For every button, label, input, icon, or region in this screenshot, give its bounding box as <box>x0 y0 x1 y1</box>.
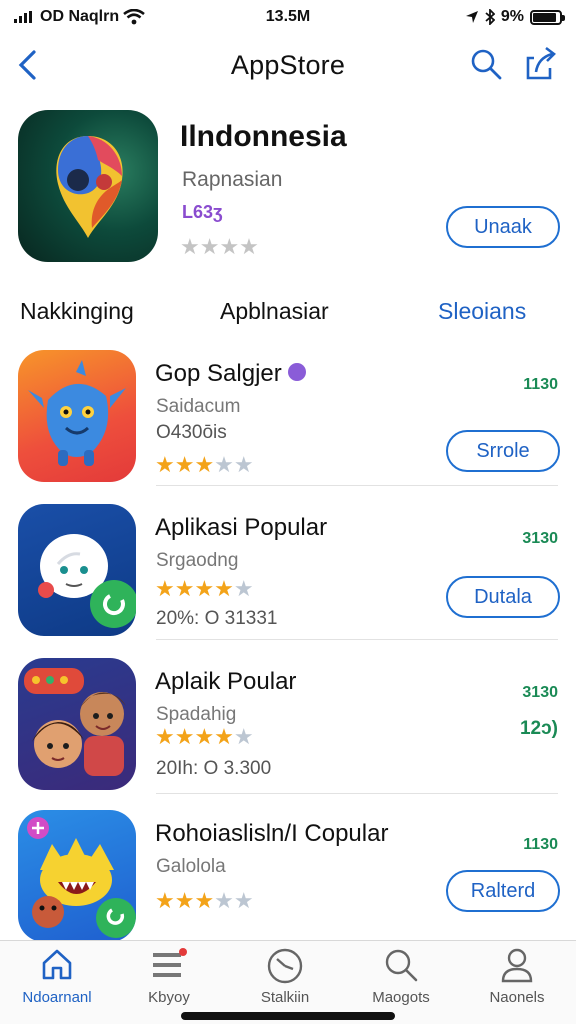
tab-selections[interactable]: Sleoians <box>438 298 526 325</box>
tabbar-item-profile[interactable]: Naonels <box>462 947 572 1006</box>
app-action-button[interactable]: Srrole <box>446 430 560 472</box>
app-rank: 1130 <box>523 376 558 393</box>
app-name: Aplaik Poular <box>155 668 297 695</box>
app-rating-stars: ★★★★★ <box>155 724 254 749</box>
nav-bar: AppStore <box>0 40 576 90</box>
share-icon[interactable] <box>522 44 558 82</box>
featured-app-button[interactable]: Unaak <box>446 206 560 248</box>
segment-tabs: Nakkinging Apblnasiar Sleoians <box>0 298 576 332</box>
home-indicator <box>181 1012 395 1020</box>
app-icon <box>18 350 136 482</box>
app-rating-stars: ★★★★★ <box>155 888 254 913</box>
tabbar-item-search[interactable]: Maogots <box>346 947 456 1006</box>
list-item[interactable]: Aplikasi Popular Srgaodng ★★★★★ 20%: O 3… <box>0 500 576 640</box>
tab-ranking[interactable]: Nakkinging <box>20 298 134 325</box>
battery-percent: 9% <box>500 8 524 25</box>
search-icon <box>385 949 418 982</box>
battery-fill <box>533 12 557 22</box>
app-meta: 20%: O 31331 <box>156 608 278 629</box>
app-rank: 3130 <box>522 530 558 547</box>
divider <box>156 639 558 640</box>
app-rank: 3130 <box>522 684 558 701</box>
search-icon[interactable] <box>468 46 504 82</box>
app-name: Aplikasi Popular <box>155 514 328 541</box>
featured-app: Ilndonnesia Rapnasian L63ʒ ★★★★ Unaak <box>0 110 576 270</box>
tabbar-label: Ndoarnanl <box>22 989 92 1006</box>
app-rank-secondary: 12ɔ) <box>519 718 558 739</box>
app-meta: 20Ih: O 3.300 <box>156 758 272 779</box>
battery-icon <box>530 9 565 25</box>
featured-app-subtitle: Rapnasian <box>182 168 283 191</box>
status-bar: OD Naqlrn 13.5M 9% <box>0 0 576 34</box>
clock: 13.5M <box>265 8 311 25</box>
app-category: Spadahig <box>156 704 237 725</box>
list-item[interactable]: Gop Salgjer Saidacum O430ōis ★★★★★ 1130 … <box>0 346 576 486</box>
carrier-label: OD Naqlrn <box>40 8 120 25</box>
app-icon <box>18 504 136 636</box>
app-rank: 1130 <box>523 836 558 853</box>
app-icon <box>18 658 136 790</box>
home-icon <box>42 949 72 980</box>
tabbar-label: Maogots <box>372 989 430 1006</box>
app-category: Galolola <box>156 856 226 877</box>
featured-app-number: L63ʒ <box>182 202 223 222</box>
app-meta: O430ōis <box>156 422 227 443</box>
signal-icon <box>14 11 32 23</box>
app-rating-stars: ★★★★★ <box>155 452 254 477</box>
location-icon <box>465 11 478 23</box>
list-item[interactable]: Aplaik Poular Spadahig ★★★★★ 20Ih: O 3.3… <box>0 654 576 794</box>
app-category: Srgaodng <box>156 550 239 571</box>
tab-applications[interactable]: Apblnasiar <box>220 298 329 325</box>
featured-app-icon[interactable] <box>18 110 158 262</box>
featured-app-rating: ★★★★ <box>180 234 259 259</box>
tabbar-label: Stalkiin <box>260 989 310 1006</box>
tabbar-label: Kbyoy <box>148 989 190 1006</box>
wifi-icon <box>123 9 145 25</box>
tabbar-label: Naonels <box>489 989 545 1006</box>
divider <box>156 793 558 794</box>
app-action-button[interactable]: Ralterd <box>446 870 560 912</box>
app-name: Gop Salgjer <box>155 360 306 388</box>
app-category: Saidacum <box>156 396 241 417</box>
person-icon <box>501 948 533 983</box>
tabbar-item-updates[interactable]: Stalkiin <box>230 947 340 1006</box>
featured-app-title: Ilndonnesia <box>180 120 347 153</box>
tabbar-item-home[interactable]: Ndoarnanl <box>2 947 112 1006</box>
divider <box>156 485 558 486</box>
app-rating-stars: ★★★★★ <box>155 576 254 601</box>
app-icon <box>18 810 136 942</box>
bluetooth-icon <box>485 9 495 25</box>
tabbar-item-apps[interactable]: Kbyoy <box>114 947 224 1006</box>
app-name: Rohoiaslisln/I Copular <box>155 820 389 847</box>
app-action-button[interactable]: Dutala <box>446 576 560 618</box>
clock-icon <box>267 948 303 984</box>
verified-badge-icon <box>287 362 306 381</box>
list-item[interactable]: Rohoiaslisln/I Copular Galolola ★★★★★ 11… <box>0 806 576 946</box>
apps-icon <box>153 948 187 977</box>
